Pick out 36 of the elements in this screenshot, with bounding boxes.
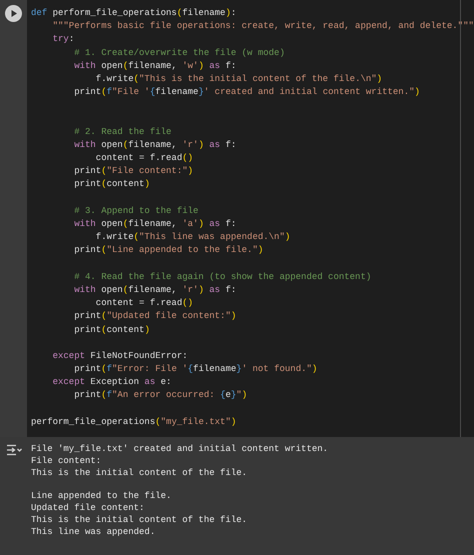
code-line: print("File content:") [73, 165, 194, 178]
code-line: with open(filename, 'w') as f: [73, 60, 236, 73]
code-line: try: [52, 33, 74, 46]
output-line: This is the initial content of the file. [31, 514, 248, 526]
code-line: with open(filename, 'r') as f: [73, 138, 236, 152]
code-comment: # 1. Create/overwrite the file (w mode) [73, 46, 285, 60]
code-line: f.write("This line was appended.\n") [94, 231, 290, 244]
code-line: f.write("This is the initial content of the file.\n") [94, 72, 382, 86]
code-line: print(f"An error occurred: {e}") [73, 389, 248, 402]
output-line: Line appended to the file. [31, 490, 172, 502]
code-comment: # 3. Append to the file [73, 204, 198, 218]
code-line: content = f.read() [94, 297, 194, 310]
output-line: File 'my_file.txt' created and initial content written. [31, 443, 328, 455]
code-line: except Exception as e: [52, 376, 172, 390]
output-menu-icon[interactable] [6, 444, 22, 456]
code-line: print("Updated file content:") [73, 310, 236, 324]
code-line: content = f.read() [94, 152, 194, 166]
code-comment: # 2. Read the file [73, 126, 172, 139]
code-comment: # 4. Read the file again (to show the appended content) [73, 270, 372, 284]
code-line: print(f"File '{filename}' created and initial content written.") [73, 86, 420, 100]
output-line: This is the initial content of the file. [31, 467, 248, 479]
output-line: Updated file content: [31, 502, 144, 514]
code-line: with open(filename, 'r') as f: [73, 284, 236, 297]
code-line: print(content) [73, 324, 150, 336]
code-line: def perform_file_operations(filename): [31, 7, 236, 20]
code-line: print("Line appended to the file.") [73, 244, 264, 258]
code-line: print(f"Error: File '{filename}' not found.") [73, 363, 318, 376]
code-editor[interactable] [27, 0, 474, 437]
code-line: perform_file_operations("my_file.txt") [31, 416, 236, 429]
output-line: File content: [31, 455, 102, 467]
code-line: print(content) [73, 178, 150, 192]
code-line: except FileNotFoundError: [52, 350, 188, 363]
output-line: This line was appended. [31, 526, 156, 538]
code-line: """Performs basic file operations: create, write, read, append, and delete.""" [52, 20, 474, 34]
code-line: with open(filename, 'a') as f: [73, 218, 236, 231]
run-button[interactable] [5, 5, 22, 22]
